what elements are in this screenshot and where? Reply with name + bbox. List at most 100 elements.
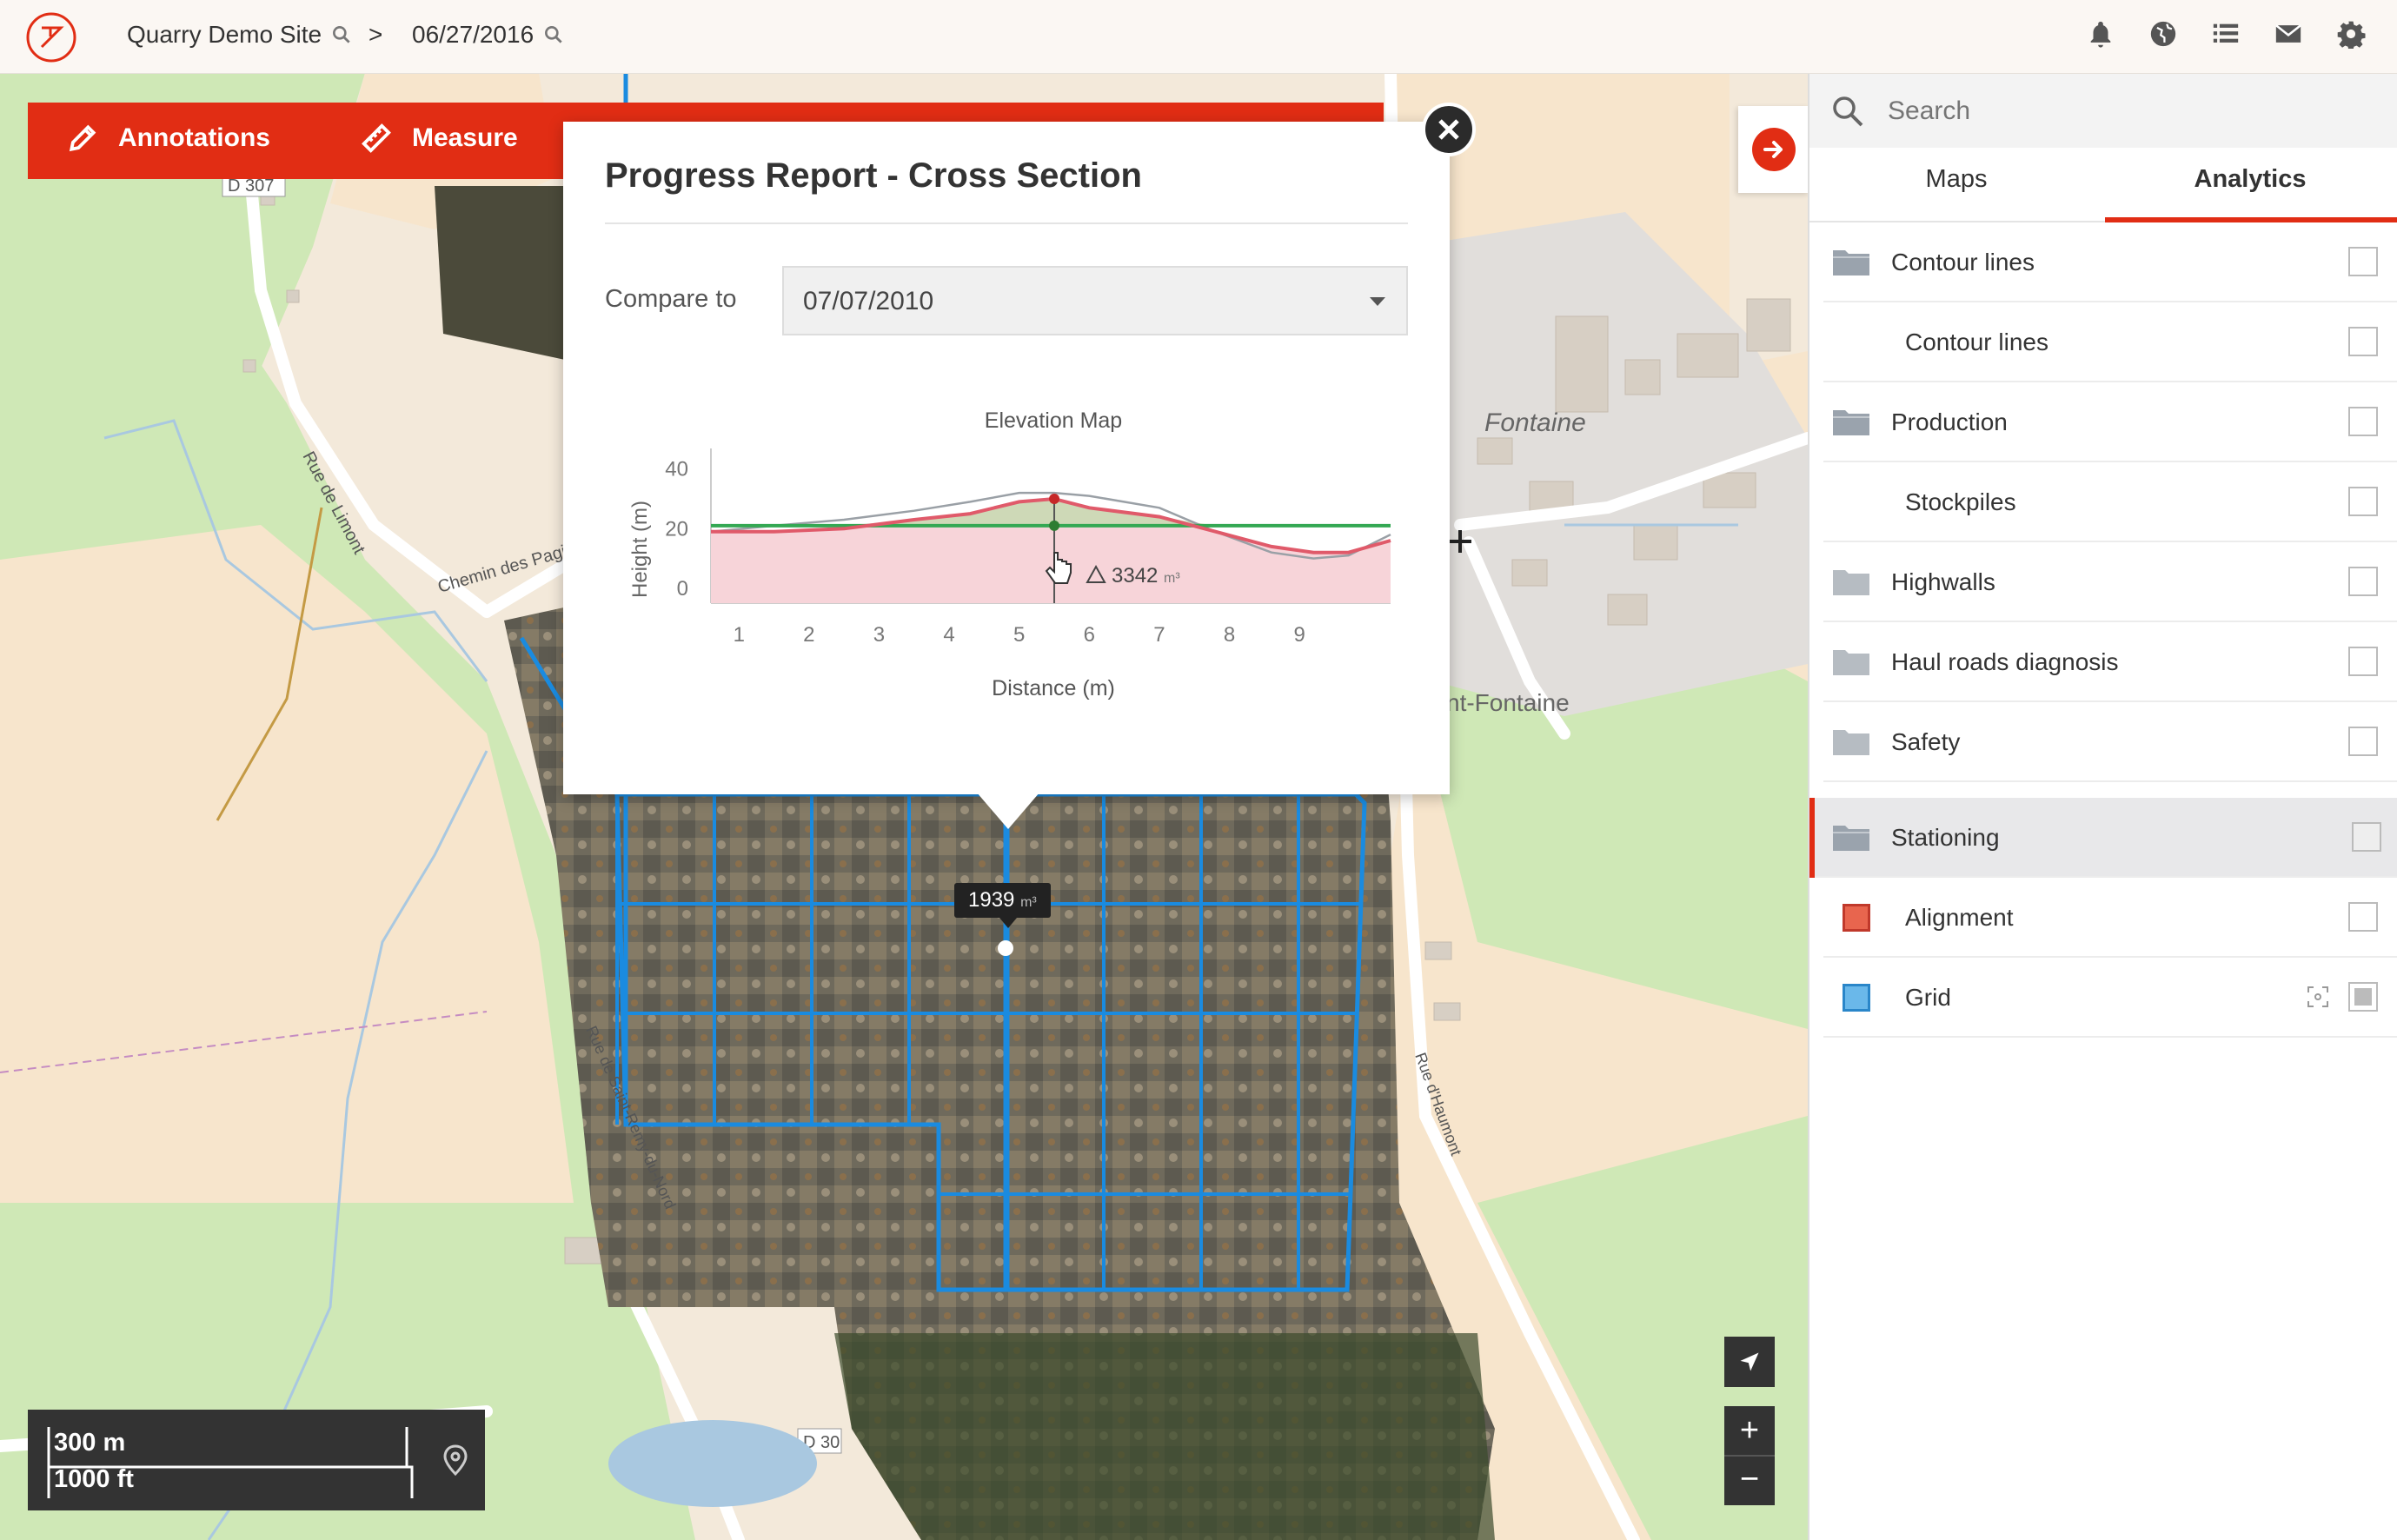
mail-icon[interactable]: [2272, 17, 2305, 50]
chart-x-tick-label: 7: [1153, 623, 1165, 647]
chart-x-tick-label: 5: [1013, 623, 1025, 647]
layer-checkbox[interactable]: [2348, 567, 2378, 596]
alignment-color-swatch: [1843, 904, 1870, 932]
top-bar: Quarry Demo Site > 06/27/2016: [0, 0, 2397, 74]
chart-x-axis-label: Distance (m): [992, 676, 1115, 700]
volume-value: 1939: [968, 888, 1015, 912]
locate-me-button[interactable]: [1724, 1337, 1775, 1387]
map-label-fontaine: Fontaine: [1484, 408, 1586, 437]
sidebar-search: [1809, 73, 2397, 148]
survey-date: 06/27/2016: [412, 21, 535, 48]
tab-analytics[interactable]: Analytics: [2103, 165, 2397, 219]
breadcrumb-date[interactable]: 06/27/2016: [412, 21, 565, 49]
chart-x-tick-label: 8: [1224, 623, 1235, 647]
layer-label: Safety: [1891, 728, 1961, 755]
layer-label: Contour lines: [1891, 249, 2035, 275]
header-icons: [2084, 17, 2367, 50]
layer-checkbox[interactable]: [2348, 902, 2378, 932]
elevation-chart: Elevation Map Height (m) Distance (m) 0 2…: [628, 408, 1391, 700]
layer-item-alignment[interactable]: Alignment: [1823, 878, 2397, 958]
section-point-marker[interactable]: [998, 940, 1013, 956]
compare-date-select[interactable]: 07/07/2010: [782, 266, 1408, 335]
annotations-button[interactable]: Annotations: [66, 122, 270, 155]
layer-checkbox[interactable]: [2348, 982, 2378, 1012]
layer-item-contour-lines-folder[interactable]: Contour lines: [1823, 222, 2397, 302]
map-label-d307: D 307: [228, 176, 274, 196]
bell-icon[interactable]: [2084, 17, 2117, 50]
chart-annotation-value: 3342: [1112, 564, 1158, 587]
layer-item-safety-folder[interactable]: Safety: [1823, 702, 2397, 782]
gear-icon[interactable]: [2334, 17, 2367, 50]
layer-checkbox[interactable]: [2352, 822, 2381, 852]
map-label-nt-fontaine: nt-Fontaine: [1446, 689, 1570, 716]
globe-icon[interactable]: [2147, 17, 2180, 50]
popup-pointer: [977, 793, 1039, 829]
layer-label: Contour lines: [1905, 329, 2048, 355]
scale-imperial: 1000 ft: [54, 1465, 134, 1493]
focus-layer-icon[interactable]: [2307, 986, 2329, 1008]
close-popup-button[interactable]: [1422, 103, 1476, 156]
chart-x-tick-label: 6: [1084, 623, 1095, 647]
date-search-icon[interactable]: [542, 23, 565, 46]
layer-item-stockpiles[interactable]: Stockpiles: [1823, 462, 2397, 542]
layer-item-highwalls-folder[interactable]: Highwalls: [1823, 542, 2397, 622]
layer-label: Stockpiles: [1905, 488, 2016, 515]
chart-x-tick-label: 2: [803, 623, 814, 647]
layer-checkbox[interactable]: [2348, 327, 2378, 356]
list-icon[interactable]: [2209, 17, 2242, 50]
layer-checkbox[interactable]: [2348, 727, 2378, 756]
navigation-arrow-icon: [1740, 1352, 1759, 1371]
layer-checkbox[interactable]: [2348, 647, 2378, 676]
chart-annotation-unit: m³: [1164, 571, 1180, 586]
zoom-out-button[interactable]: −: [1724, 1457, 1775, 1505]
annotations-label: Annotations: [118, 123, 270, 152]
compare-date-value: 07/07/2010: [803, 287, 934, 315]
active-layer-indicator: [1809, 798, 1815, 878]
grid-color-swatch: [1843, 984, 1870, 1012]
layers-sidebar: Maps Analytics Contour lines Contour lin…: [1808, 73, 2397, 1540]
folder-icon: [1833, 650, 1869, 675]
layer-item-production-folder[interactable]: Production: [1823, 382, 2397, 462]
folder-icon: [1833, 826, 1869, 851]
layer-checkbox[interactable]: [2348, 407, 2378, 436]
layer-label: Stationing: [1891, 824, 2000, 851]
layer-label: Highwalls: [1891, 568, 1995, 595]
chart-marker-point: [1049, 494, 1060, 504]
chart-y-axis-label: Height (m): [628, 501, 652, 598]
map-scale: 300 m 1000 ft: [28, 1410, 485, 1510]
layer-item-contour-lines[interactable]: Contour lines: [1823, 302, 2397, 382]
layer-item-grid[interactable]: Grid: [1823, 958, 2397, 1038]
site-search-icon[interactable]: [330, 23, 353, 46]
search-input[interactable]: [1886, 90, 2376, 132]
chart-marker-point: [1049, 520, 1060, 531]
volume-tooltip: 1939 m³: [954, 883, 1051, 918]
location-pin-icon[interactable]: [436, 1441, 475, 1479]
collapse-sidebar-button[interactable]: [1738, 106, 1809, 193]
chart-y-tick-label: 20: [665, 517, 688, 541]
folder-icon: [1833, 570, 1869, 595]
layer-item-haul-roads-folder[interactable]: Haul roads diagnosis: [1823, 622, 2397, 702]
folder-icon: [1833, 250, 1869, 275]
measure-label: Measure: [412, 123, 518, 152]
layer-label: Alignment: [1905, 904, 2014, 931]
layer-checkbox[interactable]: [2348, 487, 2378, 516]
folder-icon: [1833, 410, 1869, 435]
caret-down-icon: [1370, 297, 1385, 306]
popup-divider: [605, 222, 1408, 224]
chart-plot-area: 0 20 40 1 2 3 4 5 6 7 8 9 3342 m³: [665, 448, 1391, 647]
chart-x-tick-label: 3: [873, 623, 885, 647]
tab-maps[interactable]: Maps: [1809, 165, 2103, 219]
breadcrumb-site[interactable]: Quarry Demo Site: [127, 21, 353, 49]
chart-title: Elevation Map: [985, 408, 1122, 433]
zoom-in-button[interactable]: +: [1724, 1406, 1775, 1455]
close-icon: [1438, 119, 1459, 140]
app-logo-icon[interactable]: [24, 10, 78, 64]
layer-item-stationing-folder[interactable]: Stationing: [1809, 798, 2397, 878]
layer-label: Grid: [1905, 984, 1951, 1011]
scale-metric: 300 m: [54, 1429, 126, 1457]
layer-checkbox[interactable]: [2348, 247, 2378, 276]
chart-x-tick-label: 4: [943, 623, 954, 647]
chart-x-tick-label: 9: [1294, 623, 1305, 647]
cross-section-popup: Progress Report - Cross Section Compare …: [563, 122, 1450, 794]
measure-button[interactable]: Measure: [360, 122, 518, 155]
